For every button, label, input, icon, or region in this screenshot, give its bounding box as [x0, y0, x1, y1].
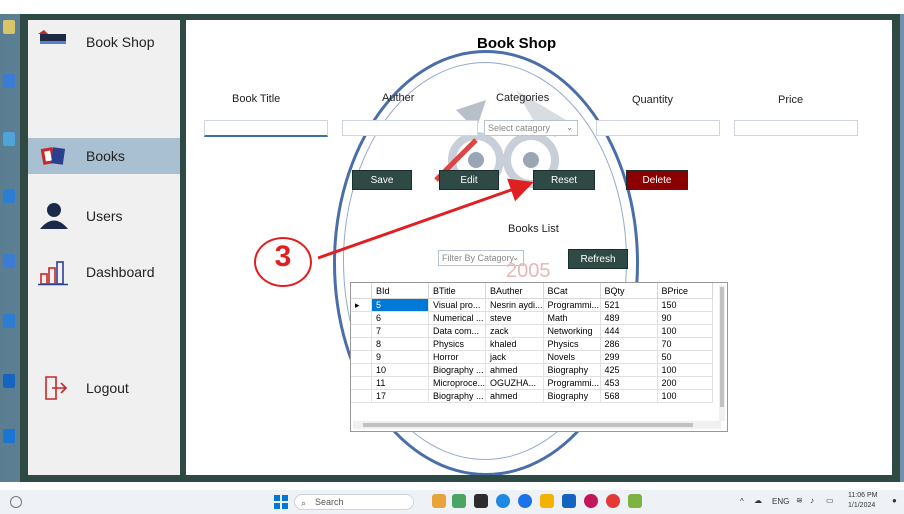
browser-icon[interactable]: [518, 494, 532, 508]
annotation-arrow-icon: [317, 178, 534, 260]
wifi-icon[interactable]: ≋: [796, 496, 803, 505]
folder-icon[interactable]: [540, 494, 554, 508]
volume-icon[interactable]: ♪: [810, 496, 814, 505]
tray-chevron-icon[interactable]: ^: [740, 497, 744, 506]
taskbar: ⌕ Search ^ ☁ ENG ≋ ♪ ▭ 11:06 PM 1/1/2024…: [0, 490, 904, 514]
language-indicator[interactable]: ENG: [772, 497, 789, 506]
taskbar-app-icon[interactable]: [496, 494, 510, 508]
taskbar-app-icon[interactable]: [584, 494, 598, 508]
network-icon[interactable]: ☁: [754, 496, 762, 505]
clock-time[interactable]: 11:06 PM: [848, 492, 877, 499]
battery-icon[interactable]: ▭: [826, 496, 834, 505]
taskbar-app-icon[interactable]: [628, 494, 642, 508]
clock-date[interactable]: 1/1/2024: [848, 502, 875, 509]
taskbar-app-icon[interactable]: [432, 494, 446, 508]
taskbar-app-icon[interactable]: [606, 494, 620, 508]
search-placeholder: Search: [315, 497, 344, 507]
widgets-icon[interactable]: [10, 496, 22, 508]
windows-start-icon[interactable]: [274, 495, 288, 509]
taskbar-search-input[interactable]: ⌕ Search: [294, 494, 414, 510]
notification-icon[interactable]: ●: [892, 496, 897, 505]
taskbar-app-icon[interactable]: [562, 494, 576, 508]
taskbar-app-icon[interactable]: [452, 494, 466, 508]
taskbar-app-icon[interactable]: [474, 494, 488, 508]
search-icon: ⌕: [301, 498, 307, 508]
